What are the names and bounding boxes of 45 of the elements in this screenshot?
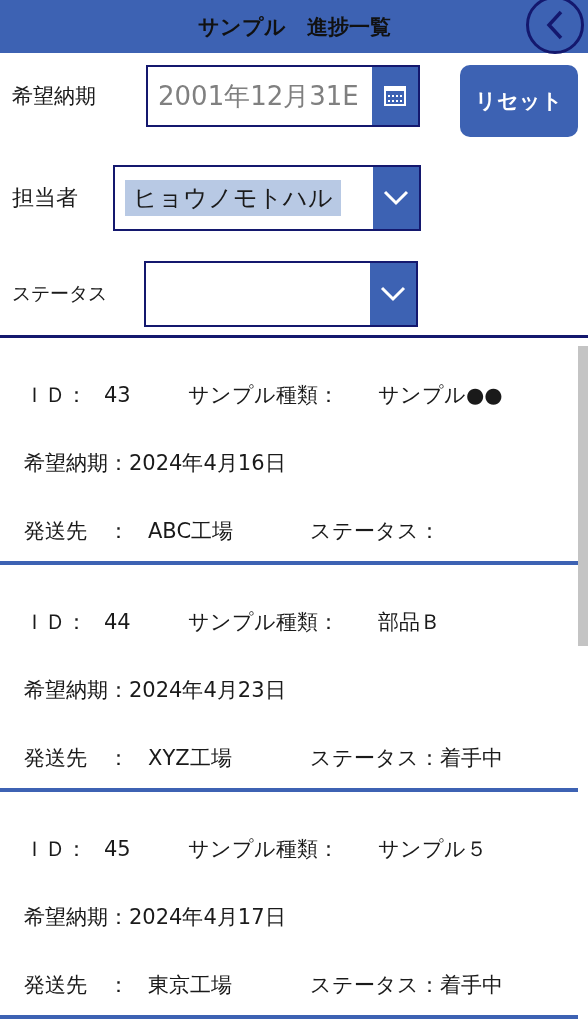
id-value: 45 <box>104 837 132 861</box>
back-button[interactable] <box>526 0 584 54</box>
type-value: 部品Ｂ <box>378 609 441 636</box>
reset-button[interactable]: リセット <box>460 65 578 137</box>
destination-label: 発送先 ： <box>24 972 130 999</box>
date-field[interactable]: 2001年12月31E <box>146 65 420 127</box>
due-label: 希望納期： <box>24 904 129 931</box>
page-title: サンプル 進捗一覧 <box>197 13 391 41</box>
status-dropdown[interactable] <box>144 261 418 327</box>
type-value: サンプル●● <box>378 382 503 409</box>
id-label: ＩＤ： <box>24 382 88 409</box>
due-label: 希望納期： <box>24 677 129 704</box>
type-label: サンプル種類： <box>188 382 340 409</box>
chevron-down-icon <box>380 286 406 302</box>
status-label: ステータス： <box>310 972 440 999</box>
due-value: 2024年4月17日 <box>129 904 286 931</box>
due-value: 2024年4月16日 <box>129 450 286 477</box>
calendar-button[interactable] <box>372 67 418 125</box>
field-label: ステータス <box>12 281 108 306</box>
id-value: 43 <box>104 383 132 407</box>
due-label: 希望納期： <box>24 450 129 477</box>
field-label: 希望納期 <box>12 83 97 110</box>
calendar-icon <box>384 86 406 106</box>
field-label: 担当者 <box>12 184 79 212</box>
status-value: 着手中 <box>440 972 503 999</box>
type-value: サンプル５ <box>378 836 487 863</box>
scrollbar[interactable] <box>578 346 588 646</box>
destination-label: 発送先 ： <box>24 745 130 772</box>
id-label: ＩＤ： <box>24 609 88 636</box>
type-label: サンプル種類： <box>188 836 340 863</box>
destination-label: 発送先 ： <box>24 518 130 545</box>
chevron-left-icon <box>545 9 565 41</box>
assignee-dropdown[interactable]: ヒョウノモトハル <box>113 165 421 231</box>
id-label: ＩＤ： <box>24 836 88 863</box>
id-value: 44 <box>104 610 132 634</box>
destination-value: 東京工場 <box>148 972 233 999</box>
status-label: ステータス： <box>310 518 440 545</box>
status-value: 着手中 <box>440 745 503 772</box>
due-value: 2024年4月23日 <box>129 677 286 704</box>
type-label: サンプル種類： <box>188 609 340 636</box>
list-item[interactable]: ＩＤ： 45 サンプル種類： サンプル５ 希望納期：2024年4月17日 発送先 ： 東京工場 ステータス：着手中 <box>0 792 578 1019</box>
status-label: ステータス： <box>310 745 440 772</box>
destination-value: ABC工場 <box>148 518 235 545</box>
chevron-down-icon <box>383 190 409 206</box>
destination-value: XYZ工場 <box>148 745 233 772</box>
